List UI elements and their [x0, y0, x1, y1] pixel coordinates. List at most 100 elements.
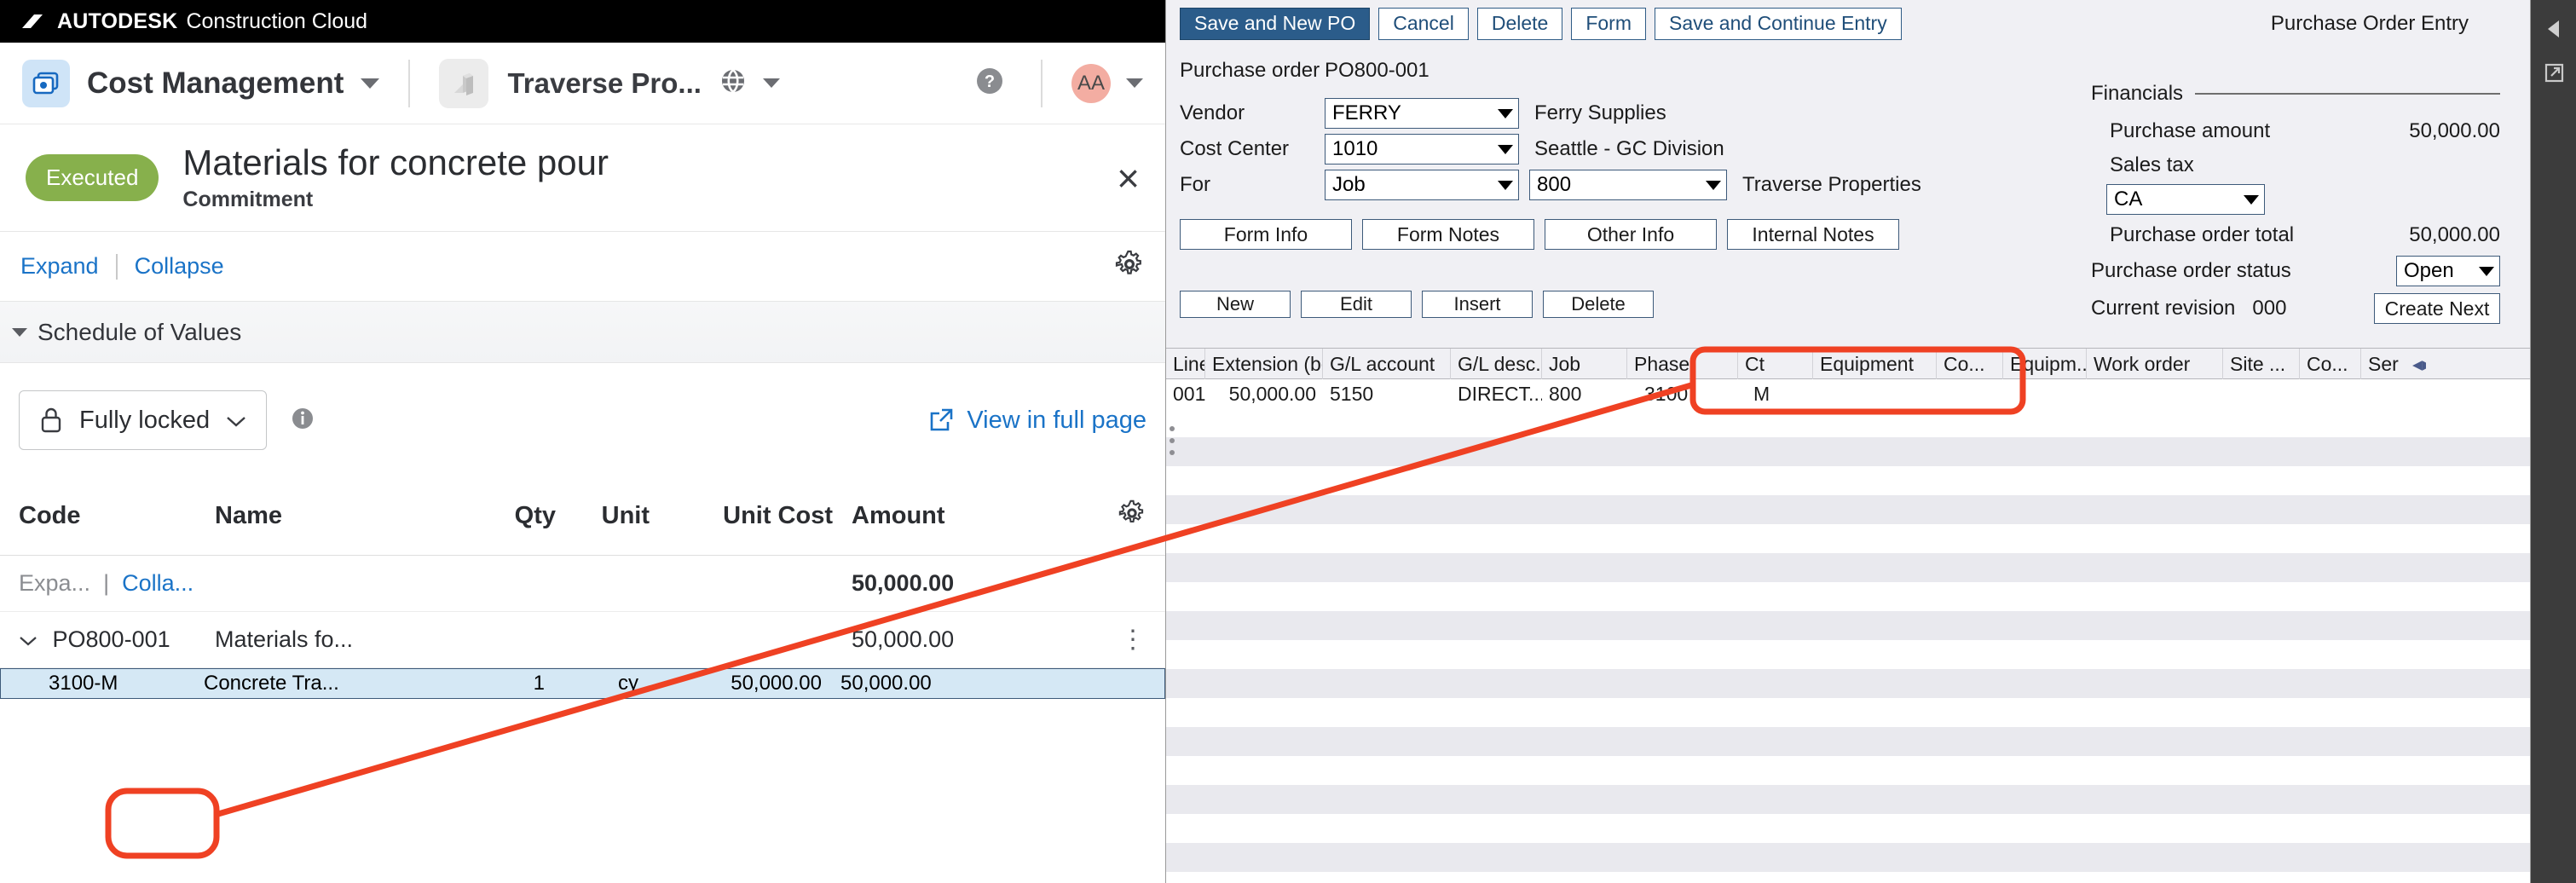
- view-in-full-page-link[interactable]: View in full page: [927, 407, 1146, 435]
- column-header-unit: Unit: [601, 502, 650, 529]
- grid-empty-row[interactable]: [1166, 814, 2530, 843]
- po-status-select[interactable]: Open: [2396, 256, 2500, 286]
- grid-empty-row[interactable]: [1166, 437, 2530, 466]
- column-header-ct[interactable]: Ct: [1738, 348, 1813, 379]
- grid-empty-row[interactable]: [1166, 756, 2530, 785]
- column-header-job[interactable]: Job: [1542, 348, 1627, 379]
- cost-center-select[interactable]: 1010: [1325, 134, 1519, 164]
- column-header-equipm[interactable]: Equipm...: [2003, 348, 2087, 379]
- row-code-cell: PO800-001: [19, 626, 215, 653]
- vendor-select[interactable]: FERRY: [1325, 98, 1519, 129]
- cell-gl-desc: DIRECT...: [1458, 382, 1542, 405]
- module-title[interactable]: Cost Management: [87, 66, 344, 101]
- grid-new-button[interactable]: New: [1180, 291, 1291, 318]
- grid-empty-row[interactable]: [1166, 640, 2530, 669]
- column-header-gl-account[interactable]: G/L account: [1323, 348, 1451, 379]
- sales-tax-row: Sales tax: [2091, 153, 2500, 177]
- chevron-down-icon: [2479, 266, 2494, 276]
- grid-empty-row[interactable]: [1166, 669, 2530, 698]
- tab-other-info[interactable]: Other Info: [1545, 219, 1717, 250]
- grid-edit-button[interactable]: Edit: [1301, 291, 1412, 318]
- column-header-extension[interactable]: Extension (bef...: [1205, 348, 1323, 379]
- chevron-down-icon: [2244, 194, 2259, 205]
- brand-autodesk: AUTODESK: [57, 9, 178, 33]
- table-row[interactable]: 3100-M Concrete Tra... 1 cy 50,000.00 50…: [0, 668, 1165, 699]
- row-collapse-link[interactable]: Colla...: [122, 570, 193, 596]
- tab-internal-notes[interactable]: Internal Notes: [1727, 219, 1899, 250]
- table-settings-gear-icon[interactable]: [1029, 499, 1146, 534]
- column-header-ser[interactable]: Ser: [2361, 349, 2406, 379]
- settings-gear-icon[interactable]: [1114, 249, 1145, 284]
- collapse-link[interactable]: Collapse: [135, 253, 224, 280]
- tab-form-notes[interactable]: Form Notes: [1362, 219, 1534, 250]
- column-header-phase[interactable]: Phase: [1627, 348, 1738, 379]
- form-button[interactable]: Form: [1571, 7, 1646, 40]
- table-row[interactable]: PO800-001 Materials fo... 50,000.00 ⋮: [0, 612, 1165, 668]
- grid-empty-row[interactable]: [1166, 727, 2530, 756]
- grid-empty-row[interactable]: [1166, 698, 2530, 727]
- grid-empty-row[interactable]: [1166, 553, 2530, 582]
- grid-empty-row[interactable]: [1166, 582, 2530, 611]
- save-and-continue-button[interactable]: Save and Continue Entry: [1654, 7, 1902, 40]
- row-more-actions-icon[interactable]: ⋮: [1029, 625, 1146, 655]
- po-status-label: Purchase order status: [2091, 259, 2291, 282]
- account-chevron-down-icon[interactable]: [1126, 78, 1143, 88]
- grid-empty-row[interactable]: [1166, 495, 2530, 524]
- schedule-of-values-section-header[interactable]: Schedule of Values: [0, 302, 1165, 363]
- chevron-down-icon: [1706, 180, 1721, 190]
- current-revision-row: Current revision 000 Create Next: [2091, 293, 2500, 324]
- row-expand-link[interactable]: Expa...: [19, 570, 90, 596]
- grid-insert-button[interactable]: Insert: [1422, 291, 1533, 318]
- column-header-gl-desc[interactable]: G/L desc...: [1451, 348, 1542, 379]
- column-header-work-order[interactable]: Work order: [2087, 348, 2223, 379]
- grid-empty-row[interactable]: [1166, 524, 2530, 553]
- grid-row[interactable]: 001 50,000.00 5150 DIRECT... 800 3100 M: [1166, 379, 2530, 408]
- help-icon[interactable]: ?: [973, 64, 1007, 102]
- grid-empty-row[interactable]: [1166, 785, 2530, 814]
- close-icon[interactable]: ×: [1117, 159, 1140, 198]
- save-and-new-po-button[interactable]: Save and New PO: [1180, 7, 1371, 40]
- chevron-down-icon: [1498, 144, 1513, 154]
- popout-icon[interactable]: [2531, 60, 2576, 89]
- module-chevron-down-icon[interactable]: [361, 78, 380, 89]
- grid-empty-row[interactable]: [1166, 408, 2530, 437]
- cell-line: 001: [1173, 382, 1205, 405]
- grid-hscroll-handle-icon[interactable]: ◂▸: [2406, 349, 2426, 379]
- for-job-select[interactable]: 800: [1529, 170, 1727, 200]
- expand-link[interactable]: Expand: [20, 253, 99, 280]
- collapse-rail-icon[interactable]: [2548, 20, 2559, 38]
- cost-management-icon[interactable]: [22, 59, 70, 107]
- cancel-button[interactable]: Cancel: [1378, 7, 1469, 40]
- column-header-co2[interactable]: Co...: [2300, 348, 2361, 379]
- panel-resize-handle[interactable]: [1170, 426, 1178, 455]
- project-title[interactable]: Traverse Pro...: [507, 67, 701, 100]
- project-chevron-down-icon[interactable]: [762, 78, 780, 88]
- grid-empty-row[interactable]: [1166, 611, 2530, 640]
- delete-button[interactable]: Delete: [1476, 7, 1563, 40]
- info-icon[interactable]: [289, 405, 316, 436]
- chevron-down-icon: [1498, 108, 1513, 118]
- cell-gl-account: 5150: [1330, 382, 1374, 405]
- column-header-co[interactable]: Co...: [1937, 348, 2003, 379]
- grid-delete-button[interactable]: Delete: [1543, 291, 1654, 318]
- row-expand-collapse-links: Expa... | Colla...: [19, 570, 215, 597]
- view-in-full-page-label: View in full page: [967, 406, 1146, 434]
- globe-icon[interactable]: [719, 66, 748, 100]
- grid-empty-row[interactable]: [1166, 466, 2530, 495]
- sales-tax-select[interactable]: CA: [2106, 184, 2265, 215]
- purchase-order-entry-window: Save and New PO Cancel Delete Form Save …: [1165, 0, 2576, 883]
- for-type-select[interactable]: Job: [1325, 170, 1519, 200]
- chevron-down-icon: [1498, 180, 1513, 190]
- row-chevron-down-icon[interactable]: [19, 626, 44, 652]
- column-header-line[interactable]: Line: [1166, 348, 1205, 379]
- tab-form-info[interactable]: Form Info: [1180, 219, 1352, 250]
- column-header-equipment[interactable]: Equipment: [1813, 348, 1937, 379]
- lock-state-dropdown[interactable]: Fully locked: [19, 390, 268, 450]
- create-next-button[interactable]: Create Next: [2374, 293, 2500, 324]
- grid-empty-row[interactable]: [1166, 843, 2530, 872]
- grid-empty-row[interactable]: [1166, 872, 2530, 883]
- purchase-order-value: PO800-001: [1325, 59, 1430, 82]
- column-header-site[interactable]: Site ...: [2223, 348, 2300, 379]
- avatar[interactable]: AA: [1071, 63, 1111, 103]
- financials-rule: [2195, 93, 2500, 95]
